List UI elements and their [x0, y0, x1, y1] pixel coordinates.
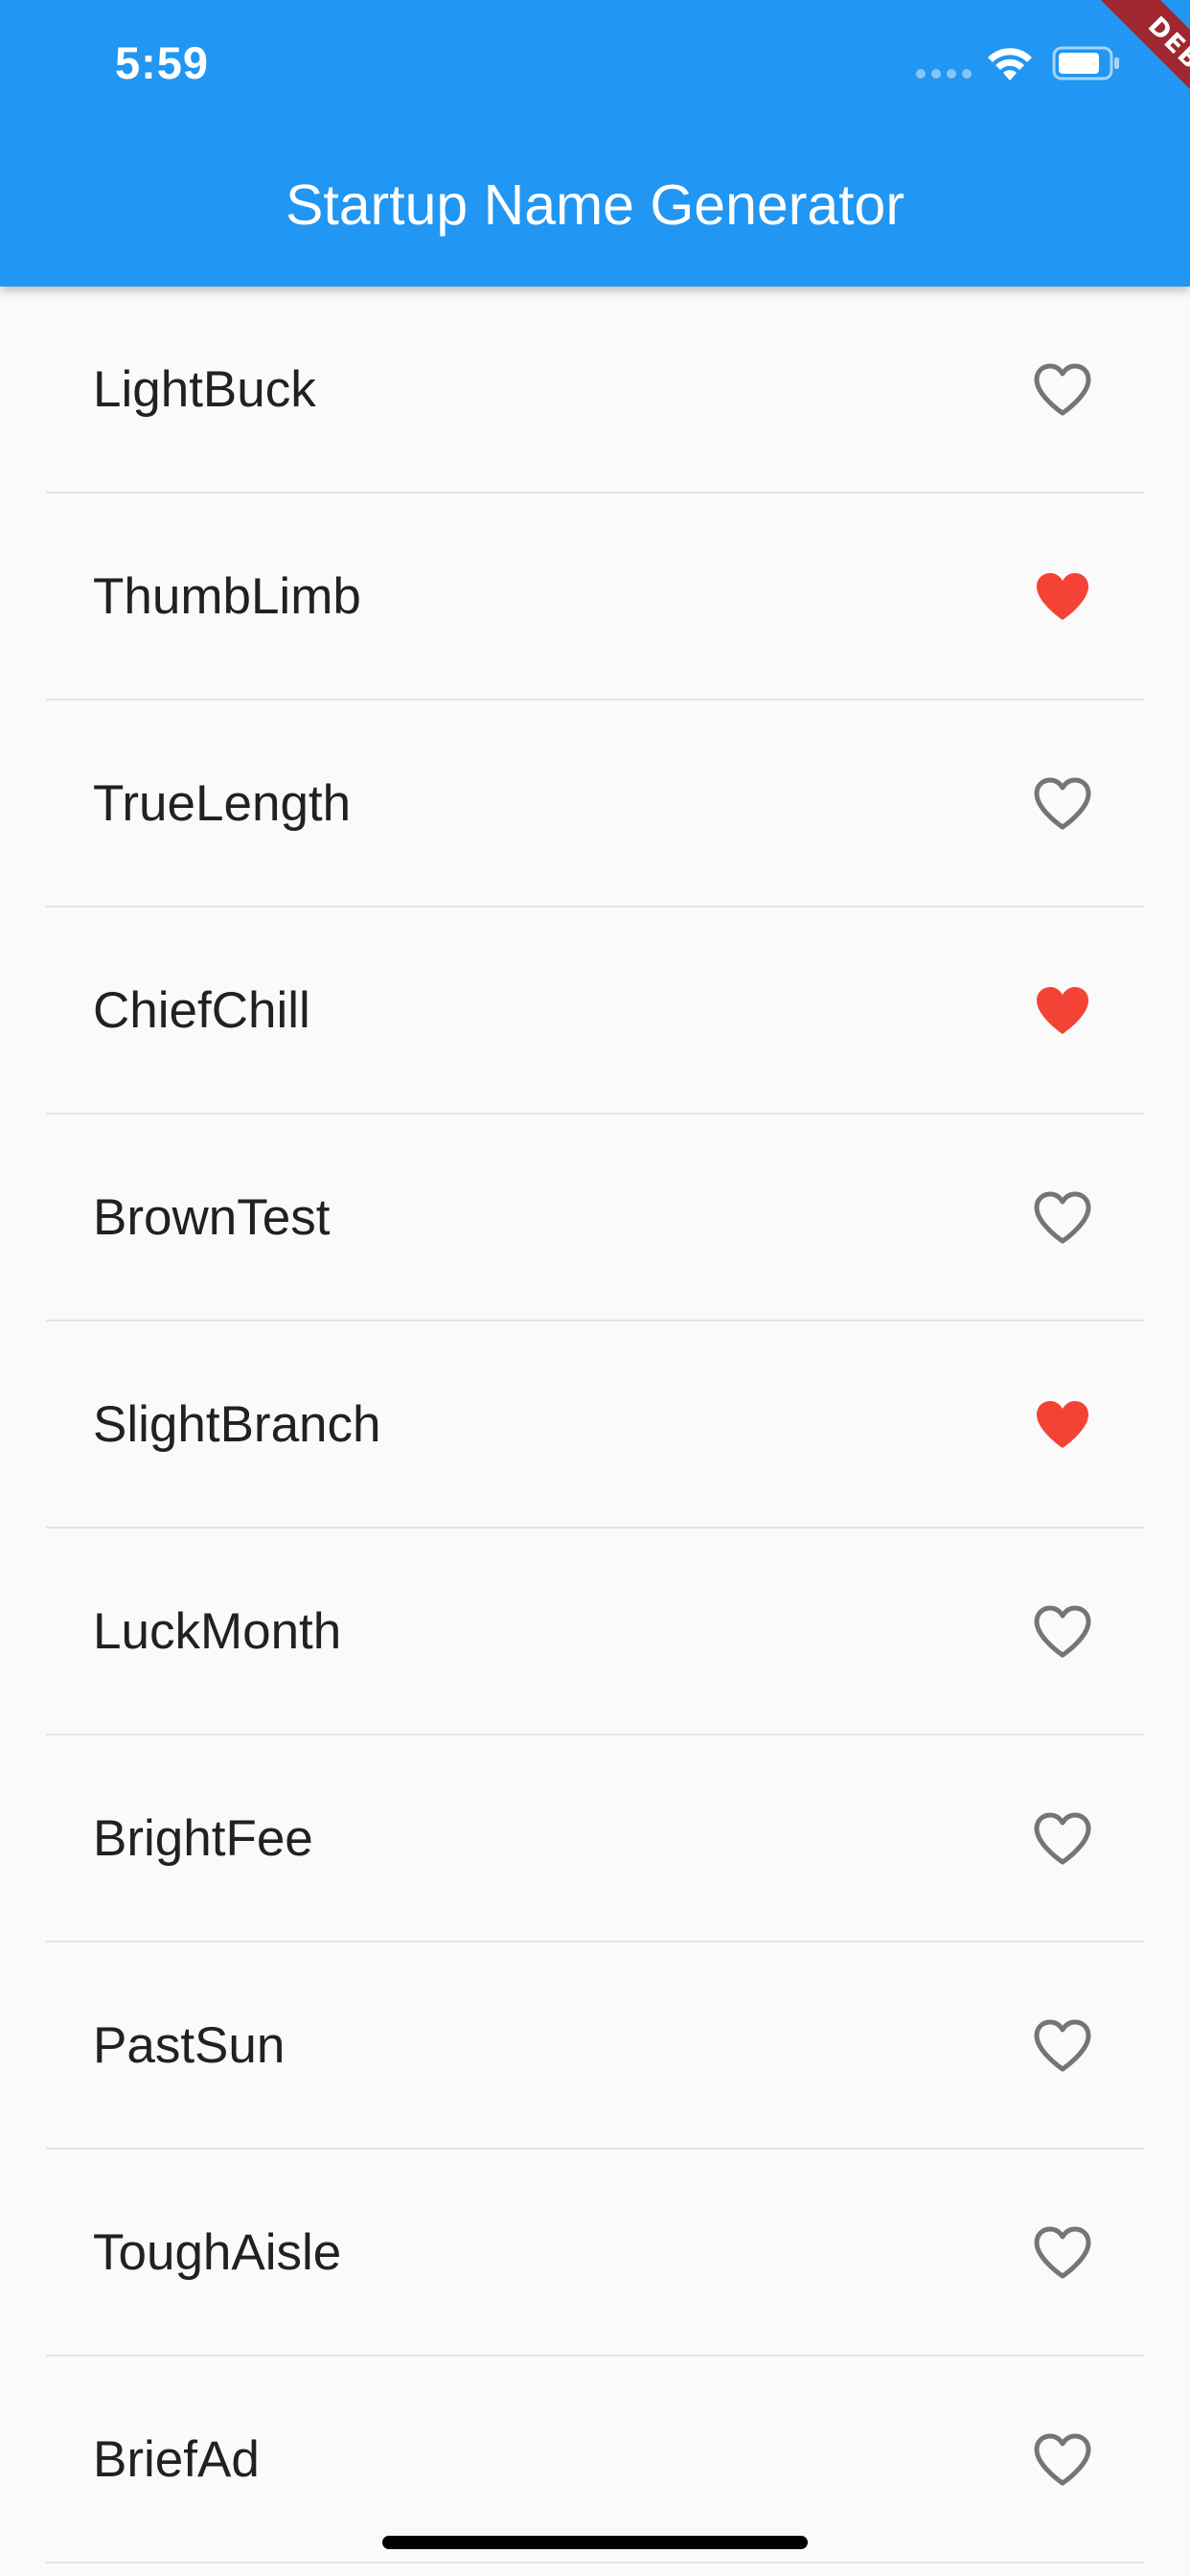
app-bar: 5:59 Startup Name Generator [0, 0, 1190, 287]
list-item-label: BrightFee [93, 1810, 313, 1867]
list-item[interactable]: LuckMonth [0, 1529, 1190, 1736]
home-indicator[interactable] [382, 2536, 808, 2549]
favorite-border-icon[interactable] [1033, 2226, 1092, 2280]
list-item[interactable]: BriefAd [0, 2357, 1190, 2564]
list-item[interactable]: PastSun [0, 1943, 1190, 2150]
favorite-filled-icon[interactable] [1033, 570, 1092, 624]
app-screen: 5:59 Startup Name Generator DEBUG LightB… [0, 0, 1190, 2576]
startup-name-list[interactable]: LightBuck ThumbLimb TrueLength ChiefChill Br… [0, 287, 1190, 2564]
list-item-label: TrueLength [93, 775, 352, 832]
list-item[interactable]: ToughAisle [0, 2150, 1190, 2357]
list-item[interactable]: LightBuck [0, 287, 1190, 494]
list-item-label: SlightBranch [93, 1396, 381, 1453]
favorite-border-icon[interactable] [1033, 1605, 1092, 1659]
favorite-filled-icon[interactable] [1033, 1398, 1092, 1452]
list-item-label: LightBuck [93, 361, 316, 418]
favorite-border-icon[interactable] [1033, 2019, 1092, 2073]
list-item[interactable]: TrueLength [0, 701, 1190, 908]
list-divider [46, 2562, 1144, 2564]
list-item[interactable]: BrightFee [0, 1736, 1190, 1943]
battery-icon [1052, 46, 1119, 80]
status-time: 5:59 [115, 37, 210, 88]
list-item-label: LuckMonth [93, 1603, 342, 1660]
list-item[interactable]: ThumbLimb [0, 494, 1190, 701]
list-item-label: ToughAisle [93, 2224, 342, 2281]
favorite-border-icon[interactable] [1033, 363, 1092, 417]
favorite-border-icon[interactable] [1033, 777, 1092, 831]
favorite-border-icon[interactable] [1033, 2433, 1092, 2487]
app-title: Startup Name Generator [285, 173, 905, 237]
favorite-filled-icon[interactable] [1033, 984, 1092, 1038]
list-item-label: BriefAd [93, 2431, 260, 2488]
list-item[interactable]: SlightBranch [0, 1322, 1190, 1529]
list-item-label: ThumbLimb [93, 568, 361, 625]
favorite-border-icon[interactable] [1033, 1191, 1092, 1245]
cellular-signal-icon [916, 69, 972, 79]
favorite-border-icon[interactable] [1033, 1812, 1092, 1866]
list-item-label: BrownTest [93, 1189, 331, 1246]
list-item[interactable]: ChiefChill [0, 908, 1190, 1115]
list-item[interactable]: BrownTest [0, 1115, 1190, 1322]
list-item-label: PastSun [93, 2017, 286, 2074]
wifi-icon [988, 48, 1032, 80]
list-item-label: ChiefChill [93, 982, 310, 1039]
